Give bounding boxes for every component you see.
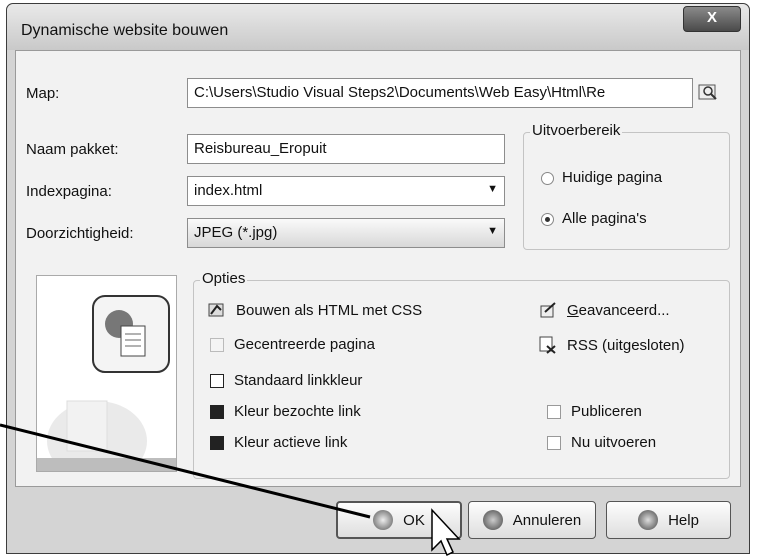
- annotation-overlay: [0, 423, 461, 557]
- annotation-pointer-line: [0, 423, 371, 519]
- mouse-cursor-icon: [431, 508, 461, 557]
